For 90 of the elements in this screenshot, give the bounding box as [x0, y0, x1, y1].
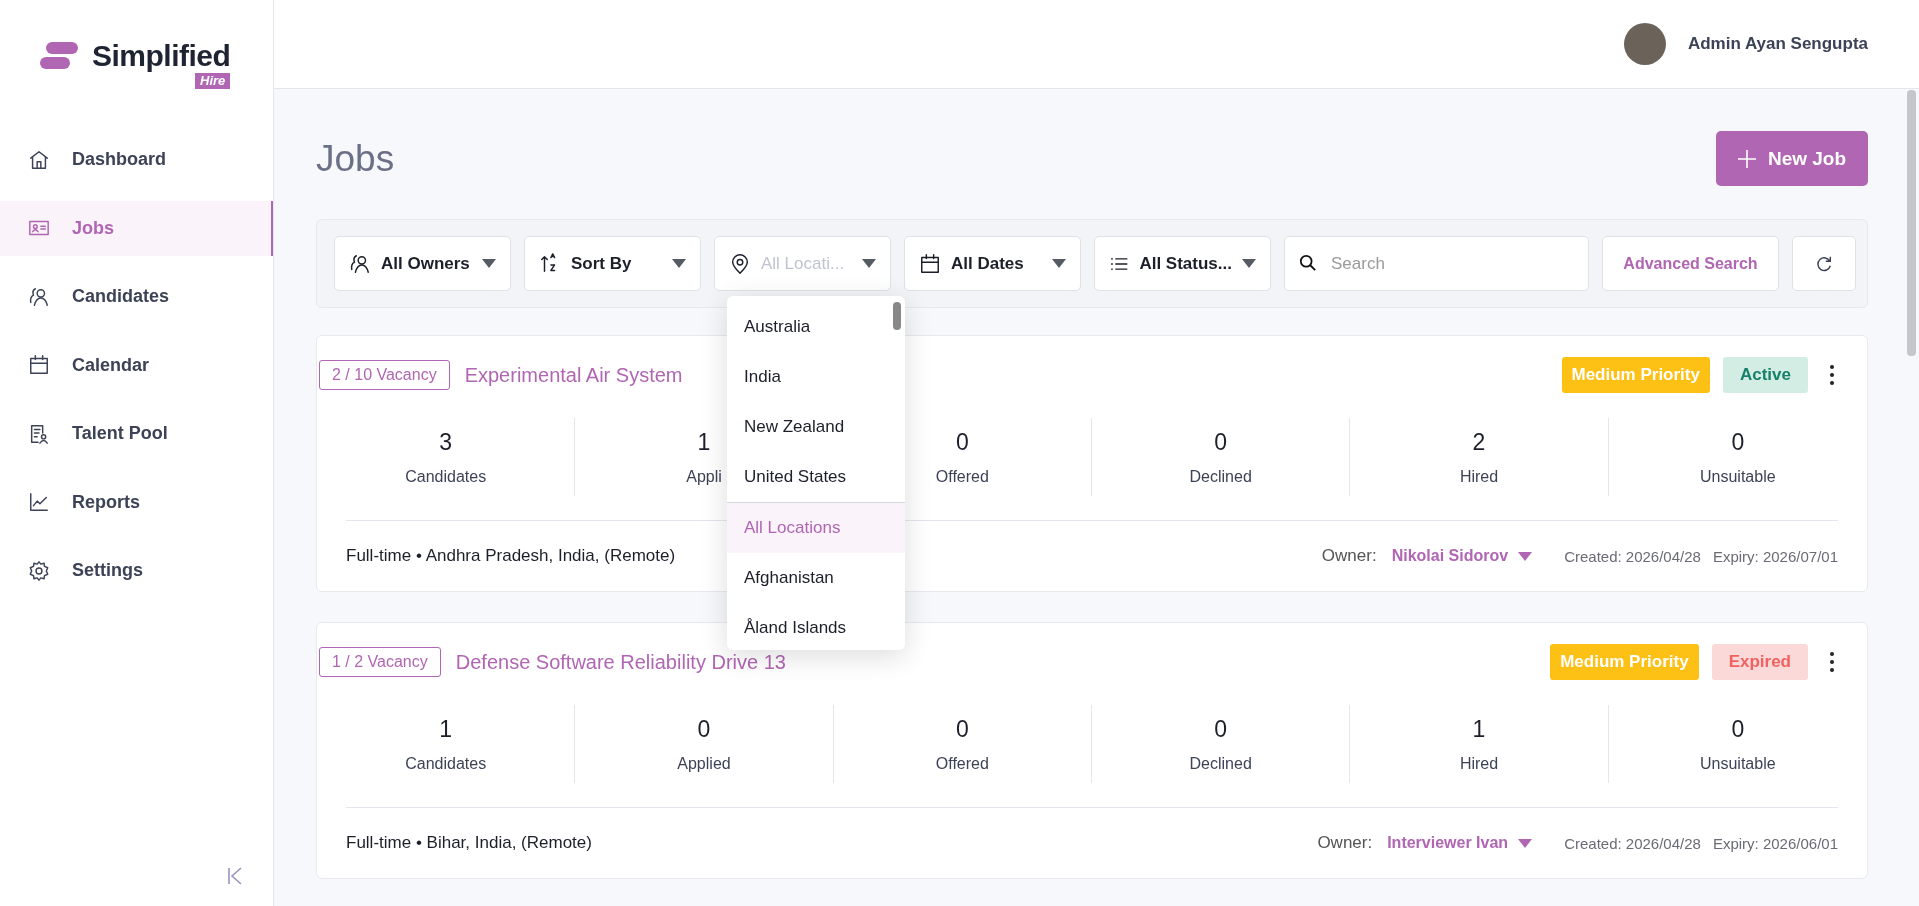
caret-icon [1518, 838, 1533, 848]
plus-icon [1737, 149, 1756, 168]
status-badge: Expired [1711, 644, 1808, 680]
stat-label: Offered [935, 754, 989, 773]
stat-value: 0 [697, 715, 711, 743]
calendar-icon [28, 354, 50, 376]
stat-label: Candidates [405, 754, 487, 773]
stat-value: 1 [439, 715, 453, 743]
location-option[interactable]: India [727, 352, 905, 402]
stat-value: 0 [1731, 715, 1745, 743]
filter-dropdown[interactable]: All Owners [334, 236, 511, 291]
user-name: Admin Ayan Sengupta [1687, 34, 1868, 54]
owner-dropdown[interactable]: Nikolai Sidorov [1391, 547, 1533, 565]
stat-value: 0 [955, 428, 969, 456]
stat-value: 0 [1731, 428, 1745, 456]
location-option[interactable]: Åland Islands [727, 603, 905, 650]
job-summary: Full-time • Bihar, India, (Remote) [346, 833, 593, 853]
caret-icon [862, 259, 876, 268]
refresh-icon [1815, 254, 1833, 273]
refresh-button[interactable] [1792, 236, 1856, 291]
sidebar-item[interactable]: Jobs [0, 200, 273, 256]
stat-value: 1 [1472, 715, 1486, 743]
created-date: Created: 2026/04/28 [1564, 834, 1701, 852]
sidebar-item[interactable]: Calendar [0, 337, 273, 393]
brand-name: Simplified [92, 40, 231, 72]
location-option[interactable]: New Zealand [727, 402, 905, 452]
stat-label: Unsuitable [1700, 754, 1776, 773]
calendar-icon [919, 252, 941, 275]
stat-label: Hired [1459, 467, 1499, 486]
page-title: Jobs [316, 137, 395, 180]
avatar[interactable] [1623, 23, 1666, 65]
filter-dropdown[interactable]: Sort By [524, 236, 701, 291]
location-pin-icon [729, 252, 751, 275]
vacancy-badge: 1 / 2 Vacancy [319, 647, 441, 677]
caret-icon [482, 259, 496, 268]
stat-label: Declined [1189, 467, 1252, 486]
priority-badge: Medium Priority [1561, 357, 1710, 393]
sidebar-item[interactable]: Talent Pool [0, 406, 273, 461]
sidebar-item[interactable]: Settings [0, 543, 273, 598]
location-option[interactable]: All Locations [727, 503, 905, 553]
job-title[interactable]: Experimental Air System [464, 363, 683, 387]
owner-label: Owner: [1321, 546, 1377, 566]
stat-label: Unsuitable [1700, 467, 1776, 486]
job-title[interactable]: Defense Software Reliability Drive 13 [455, 650, 786, 674]
document-person-icon [28, 422, 50, 445]
stat-value: 3 [439, 428, 453, 456]
caret-icon [1052, 259, 1066, 268]
line-chart-icon [28, 491, 50, 513]
stat-value: 0 [955, 715, 969, 743]
sidebar-item[interactable]: Dashboard [0, 132, 273, 187]
stat-value: 1 [697, 428, 711, 456]
scrollbar[interactable] [893, 302, 901, 330]
settings-icon [28, 559, 50, 582]
stat-label: Offered [935, 467, 989, 486]
priority-badge: Medium Priority [1550, 644, 1699, 680]
home-icon [28, 148, 50, 171]
status-badge: Active [1722, 357, 1808, 393]
owner-dropdown[interactable]: Interviewer Ivan [1387, 834, 1533, 852]
vacancy-badge: 2 / 10 Vacancy [319, 360, 450, 390]
location-option[interactable]: United States [727, 452, 905, 502]
expiry-date: Expiry: 2026/06/01 [1712, 834, 1838, 852]
location-option[interactable]: Afghanistan [727, 553, 905, 603]
brand-tag: Hire [195, 73, 231, 89]
new-job-button[interactable]: New Job [1716, 131, 1868, 186]
job-summary: Full-time • Andhra Pradesh, India, (Remote) [346, 546, 677, 566]
people-icon [349, 252, 371, 275]
stat-value: 2 [1472, 428, 1486, 456]
advanced-search-button[interactable]: Advanced Search [1602, 236, 1779, 291]
stat-value: 0 [1214, 715, 1228, 743]
expiry-date: Expiry: 2026/07/01 [1712, 547, 1838, 565]
stat-label: Declined [1189, 754, 1252, 773]
scrollbar[interactable] [1907, 90, 1916, 356]
created-date: Created: 2026/04/28 [1564, 547, 1701, 565]
sidebar-item[interactable]: Reports [0, 474, 273, 530]
stat-label: Candidates [405, 467, 487, 486]
sidebar-item[interactable]: Candidates [0, 269, 273, 324]
stat-label: Appli [686, 467, 722, 486]
stat-label: Hired [1459, 754, 1499, 773]
search-field[interactable]: Search [1284, 236, 1589, 291]
stat-value: 0 [1214, 428, 1228, 456]
caret-icon [672, 259, 686, 268]
owner-label: Owner: [1317, 833, 1373, 853]
caret-icon [1242, 259, 1256, 268]
filter-dropdown[interactable]: All Dates [904, 236, 1081, 291]
stat-label: Applied [677, 754, 731, 773]
collapse-icon[interactable] [227, 866, 243, 886]
location-option[interactable]: Australia [727, 302, 905, 352]
caret-icon [1518, 551, 1533, 561]
people-icon [28, 285, 50, 308]
filter-dropdown[interactable]: All Status... [1094, 236, 1271, 291]
